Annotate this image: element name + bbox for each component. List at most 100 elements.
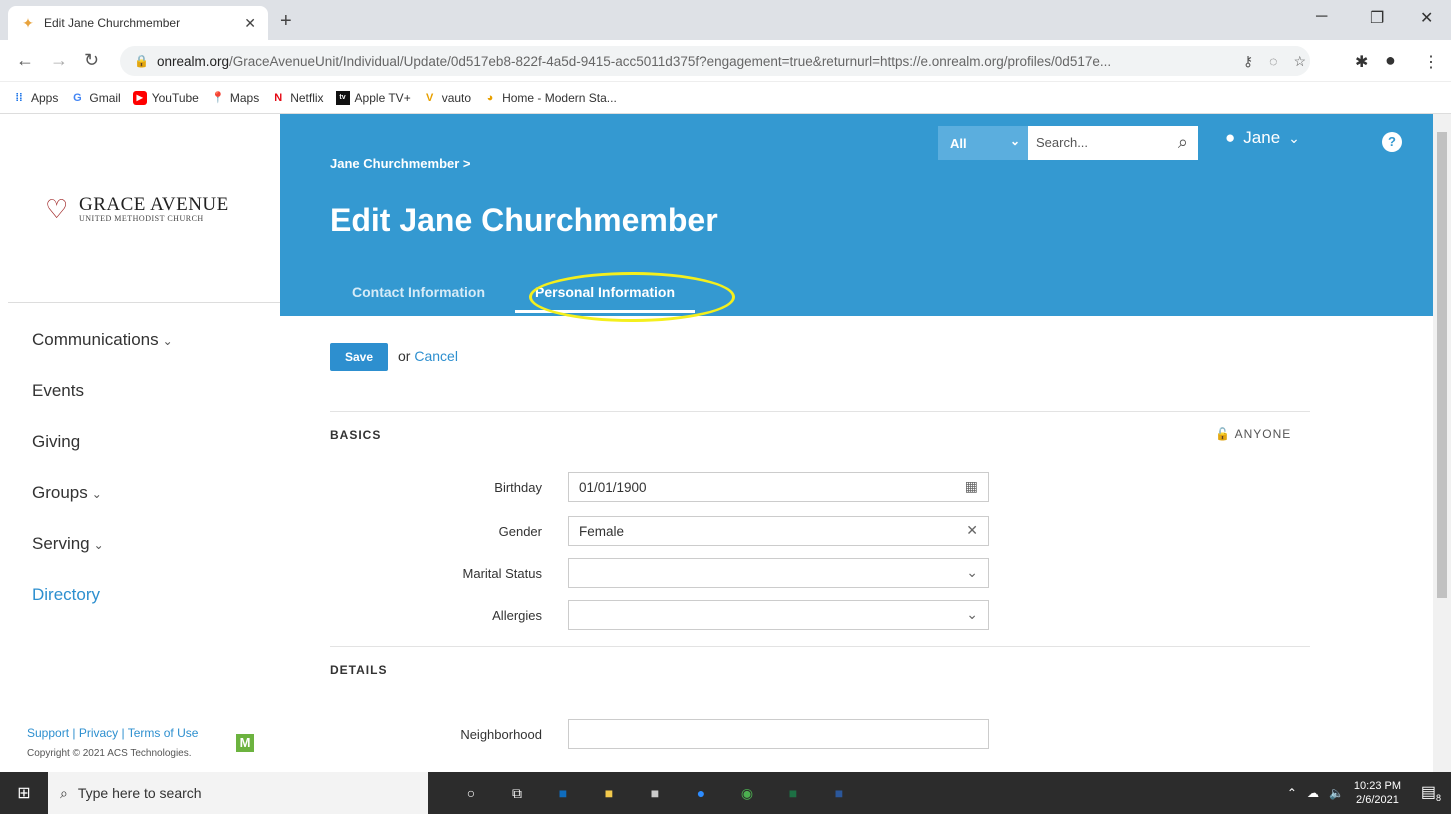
clock[interactable]: 10:23 PM 2/6/2021 [1354,779,1401,807]
forward-icon[interactable]: → [50,50,68,71]
modern-icon: ◕ [486,91,494,104]
browser-tab[interactable]: ✦ Edit Jane Churchmember ✕ [8,6,268,40]
search-icon[interactable]: ⌕ [1178,132,1188,153]
notification-icon[interactable]: ▤8 [1421,782,1441,803]
url-host: onrealm.org [156,53,229,69]
sidebar-item-directory[interactable]: Directory [32,584,173,635]
reload-icon[interactable]: ↻ [84,50,99,71]
bookmark-netflix[interactable]: N Netflix [271,91,323,105]
birthday-field[interactable]: 01/01/1900 ▦ [568,472,989,502]
privacy-link[interactable]: Privacy [79,726,118,740]
restore-icon[interactable]: ❐ [1370,8,1384,28]
task-view-icon[interactable]: ⧉ [494,772,540,814]
chrome-icon[interactable]: ◉ [724,772,770,814]
sidebar-item-serving[interactable]: Serving ⌄ [32,533,173,584]
neighborhood-label: Neighborhood [460,727,542,742]
sidebar-item-events[interactable]: Events [32,380,173,431]
sidebar-item-label: Groups [32,483,88,502]
back-icon[interactable]: ← [16,50,34,71]
privacy-label: ANYONE [1234,427,1292,441]
bookmark-vauto[interactable]: Vvauto [423,91,471,105]
user-icon: ● [1225,128,1236,147]
breadcrumb[interactable]: Jane Churchmember > [330,156,471,171]
bookmark-label: vauto [441,90,472,105]
store-icon[interactable]: ■ [632,772,678,814]
bookmark-modern[interactable]: ◕ Home - Modern Sta... [483,91,617,105]
save-button[interactable]: Save [330,343,388,371]
church-logo[interactable]: ♡ Grace Avenue United Methodist Church [45,194,229,223]
windows-taskbar: ⊞ ⌕ Type here to search ○ ⧉ ■ ■ ■ ● ◉ ■ … [0,772,1451,814]
profile-icon[interactable]: ● [1385,50,1396,71]
lock-icon: 🔒 [134,54,149,68]
taskbar-apps: ○ ⧉ ■ ■ ■ ● ◉ ■ ■ [448,772,862,814]
footer-links: Support | Privacy | Terms of Use [27,726,199,740]
clear-icon[interactable]: ✕ [966,522,978,539]
allergies-label: Allergies [492,608,542,623]
privacy-setting[interactable]: 🔓 ANYONE [1215,427,1291,441]
menu-icon[interactable]: ⋮ [1423,52,1439,72]
sidebar-nav: Communications ⌄ Events Giving Groups ⌄ Se… [32,329,173,635]
sidebar-item-groups[interactable]: Groups ⌄ [32,482,173,533]
eye-off-icon[interactable]: ◌ [1269,53,1277,69]
key-icon[interactable]: ⚷ [1243,53,1253,70]
or-text: or [398,348,411,364]
netflix-icon: N [274,91,283,104]
search-placeholder: Search... [1036,135,1089,150]
window-close-icon[interactable]: ✕ [1420,8,1433,28]
new-tab-icon[interactable]: + [280,10,292,33]
chevron-down-icon: ⌄ [93,538,104,552]
calendar-icon[interactable]: ▦ [965,478,978,495]
allergies-select[interactable]: ⌄ [568,600,989,630]
search-icon: ⌕ [60,784,68,801]
word-icon[interactable]: ■ [816,772,862,814]
sidebar-item-communications[interactable]: Communications ⌄ [32,329,173,380]
user-menu[interactable]: ● Jane ⌄ [1225,128,1300,148]
bookmarks-bar: ⁞⁞ Apps G Gmail ▶ YouTube 📍 Maps N Netflix tv… [0,82,1451,114]
google-icon: G [73,91,82,104]
bookmark-maps[interactable]: 📍 Maps [211,91,259,105]
bookmark-gmail[interactable]: G Gmail [70,91,121,105]
marital-status-select[interactable]: ⌄ [568,558,989,588]
logo-name: Grace Avenue [79,194,229,215]
birthday-label: Birthday [494,480,542,495]
neighborhood-field[interactable] [568,719,989,749]
browser-toolbar: ← → ↻ 🔒 onrealm.org/GraceAvenueUnit/Indi… [0,40,1451,82]
cortana-icon[interactable]: ○ [448,772,494,814]
star-icon[interactable]: ☆ [1293,53,1306,70]
chevron-up-icon[interactable]: ⌃ [1287,786,1297,800]
help-icon[interactable]: ? [1382,132,1402,152]
tab-title: Edit Jane Churchmember [44,16,181,30]
outlook-icon[interactable]: ■ [540,772,586,814]
windows-start-icon[interactable]: ⊞ [0,772,48,814]
sidebar-item-giving[interactable]: Giving [32,431,173,482]
bookmark-youtube[interactable]: ▶ YouTube [132,90,199,105]
taskbar-search[interactable]: ⌕ Type here to search [48,772,428,814]
extensions-icon[interactable]: ✱ [1355,52,1368,72]
apps-grid-icon: ⁞⁞ [15,91,23,104]
bookmark-label: YouTube [151,90,199,105]
cancel-link[interactable]: Cancel [414,348,458,364]
excel-icon[interactable]: ■ [770,772,816,814]
file-explorer-icon[interactable]: ■ [586,772,632,814]
address-bar[interactable]: 🔒 onrealm.org/GraceAvenueUnit/Individual… [120,46,1310,76]
close-tab-icon[interactable]: ✕ [244,15,256,32]
terms-link[interactable]: Terms of Use [128,726,199,740]
page-scrollbar[interactable] [1433,114,1451,772]
url-path: /GraceAvenueUnit/Individual/Update/0d517… [229,53,1112,69]
search-scope-select[interactable]: All ⌄ [938,126,1028,160]
gender-value: Female [579,524,625,539]
volume-icon[interactable]: 🔈 [1329,786,1344,800]
minimize-icon[interactable]: ─ [1316,8,1327,26]
ministry-badge[interactable]: M [236,734,254,752]
realm-favicon-icon: ✦ [22,15,34,31]
gender-label: Gender [498,524,542,539]
zoom-icon[interactable]: ● [678,772,724,814]
bookmark-apps[interactable]: ⁞⁞ Apps [12,91,58,105]
tab-contact-information[interactable]: Contact Information [332,274,505,313]
support-link[interactable]: Support [27,726,69,740]
gender-field[interactable]: Female ✕ [568,516,989,546]
network-icon[interactable]: ☁ [1307,786,1319,800]
scrollbar-thumb[interactable] [1437,132,1447,598]
bookmark-appletv[interactable]: tv Apple TV+ [335,90,411,105]
search-input[interactable]: Search... ⌕ [1028,126,1198,160]
